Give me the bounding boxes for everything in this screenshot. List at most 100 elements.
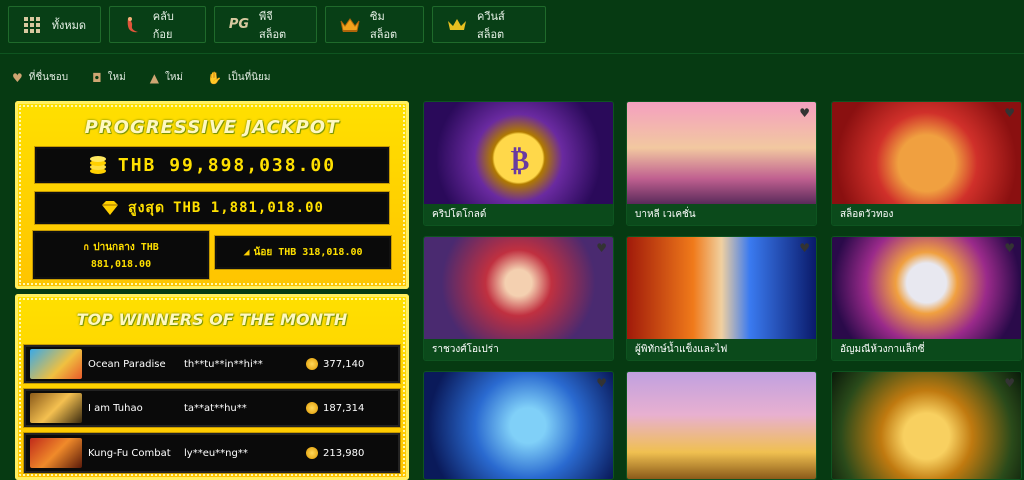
game-title: ราชวงศ์โอเปร่า bbox=[424, 339, 613, 360]
jackpot-main: THB 99,898,038.00 bbox=[35, 147, 389, 183]
coin-icon bbox=[306, 358, 318, 370]
jackpot-mid-label: ปานกลาง THB bbox=[93, 242, 159, 253]
divider bbox=[0, 53, 1024, 54]
game-card[interactable]: ♥ อัญมณีห้วงกาแล็กซี่ bbox=[831, 236, 1022, 361]
favorite-heart-icon[interactable]: ♥ bbox=[1004, 241, 1015, 255]
favorite-heart-icon[interactable]: ♥ bbox=[799, 106, 810, 120]
winner-amount-value: 187,314 bbox=[323, 402, 365, 414]
favorite-heart-icon[interactable]: ♥ bbox=[596, 241, 607, 255]
jackpot-title: PROGRESSIVE JACKPOT bbox=[84, 117, 340, 138]
filter-label: เป็นที่นิยม bbox=[227, 72, 271, 83]
favorite-heart-icon[interactable]: ♥ bbox=[1004, 106, 1015, 120]
game-art bbox=[627, 102, 816, 204]
jackpot-low-value: 318,018.00 bbox=[302, 247, 363, 258]
coin-icon bbox=[306, 402, 318, 414]
tab-all[interactable]: ทั้งหมด bbox=[8, 6, 101, 43]
game-card[interactable] bbox=[626, 371, 817, 480]
heart-icon: ♥ bbox=[12, 70, 23, 85]
game-art bbox=[832, 102, 1021, 204]
game-thumbnail bbox=[30, 349, 82, 379]
favorite-heart-icon[interactable]: ♥ bbox=[1004, 376, 1015, 390]
game-title: อัญมณีห้วงกาแล็กซี่ bbox=[832, 339, 1021, 360]
filter-new-fire[interactable]: ▲ ใหม่ bbox=[150, 70, 183, 85]
game-card[interactable]: ♥ ผู้พิทักษ์น้ำแข็งและไฟ bbox=[626, 236, 817, 361]
thumbs-up-icon: ✋ bbox=[207, 70, 222, 85]
winner-row[interactable]: I am Tuhao ta**at**hu** 187,314 bbox=[24, 389, 400, 427]
game-card[interactable]: ♥ บาหลี เวเคชั่น bbox=[626, 101, 817, 226]
tab-label: ทั้งหมด bbox=[51, 18, 86, 32]
game-art bbox=[424, 372, 613, 479]
top-winners-title: TOP WINNERS OF THE MONTH bbox=[76, 310, 348, 329]
queen-crown-icon bbox=[447, 16, 467, 34]
game-title: คริปโตโกลด์ bbox=[424, 204, 613, 225]
winner-game: I am Tuhao bbox=[88, 402, 143, 414]
grid-icon bbox=[23, 16, 42, 34]
filter-label: ที่ชื่นชอบ bbox=[28, 72, 69, 83]
winner-amount: 377,140 bbox=[306, 358, 364, 370]
filter-label: ใหม่ bbox=[107, 72, 126, 83]
coin-stack-icon bbox=[89, 156, 106, 174]
tab-club[interactable]: คลับก้อย bbox=[109, 6, 206, 43]
game-art bbox=[627, 237, 816, 339]
top-winners-panel: TOP WINNERS OF THE MONTH Ocean Paradise … bbox=[15, 294, 409, 480]
jackpot-panel: PROGRESSIVE JACKPOT THB 99,898,038.00 สู… bbox=[15, 101, 409, 289]
tab-label: ควีนส์ สล็อต bbox=[477, 9, 505, 41]
jackpot-low-label: น้อย THB bbox=[253, 247, 297, 258]
jackpot-main-value: THB 99,898,038.00 bbox=[117, 154, 337, 176]
winner-game: Ocean Paradise bbox=[88, 358, 166, 370]
game-art bbox=[832, 372, 1021, 479]
winner-game: Kung-Fu Combat bbox=[88, 447, 171, 459]
winner-amount-value: 377,140 bbox=[323, 358, 365, 370]
game-art bbox=[424, 237, 613, 339]
winner-amount: 187,314 bbox=[306, 402, 364, 414]
game-title: สล็อตวัวทอง bbox=[832, 204, 1021, 225]
tab-label: ซิมสล็อต bbox=[370, 9, 398, 41]
game-card[interactable]: ♥ bbox=[831, 371, 1022, 480]
game-title: ผู้พิทักษ์น้ำแข็งและไฟ bbox=[627, 339, 816, 360]
favorite-heart-icon[interactable]: ♥ bbox=[799, 241, 810, 255]
favorite-heart-icon[interactable]: ♥ bbox=[596, 376, 607, 390]
game-card[interactable]: ♥ bbox=[423, 371, 614, 480]
bitcoin-icon: ₿ bbox=[511, 144, 530, 176]
game-title: บาหลี เวเคชั่น bbox=[627, 204, 816, 225]
tab-pg-slot[interactable]: PG พีจี สล็อต bbox=[214, 6, 317, 43]
jackpot-low: ◢ น้อย THB 318,018.00 bbox=[215, 236, 391, 269]
winner-user: ly**eu**ng** bbox=[184, 447, 248, 459]
tab-queens-slot[interactable]: ควีนส์ สล็อต bbox=[432, 6, 546, 43]
winner-user: ta**at**hu** bbox=[184, 402, 247, 414]
coins-icon: ◢ bbox=[243, 247, 250, 258]
winner-amount-value: 213,980 bbox=[323, 447, 365, 459]
bag-icon: ◘ bbox=[92, 70, 102, 85]
jackpot-mid: ∩ ปานกลาง THB 881,018.00 bbox=[33, 231, 209, 279]
jackpot-max-label: สูงสุด bbox=[128, 200, 166, 216]
diamond-icon bbox=[102, 201, 119, 215]
filter-popular[interactable]: ✋ เป็นที่นิยม bbox=[207, 70, 270, 85]
winner-row[interactable]: Ocean Paradise th**tu**in**hi** 377,140 bbox=[24, 345, 400, 383]
fire-icon: ▲ bbox=[149, 70, 159, 85]
game-thumbnail bbox=[30, 438, 82, 468]
horseshoe-icon: ∩ bbox=[83, 242, 90, 253]
svg-text:₿: ₿ bbox=[511, 144, 530, 176]
crown-icon bbox=[340, 16, 360, 34]
pg-logo-icon: PG bbox=[228, 17, 250, 32]
filter-bar: ♥ ที่ชื่นชอบ ◘ ใหม่ ▲ ใหม่ ✋ เป็นที่นิยม bbox=[12, 70, 270, 85]
filter-new-bag[interactable]: ◘ ใหม่ bbox=[92, 70, 126, 85]
coin-icon bbox=[306, 447, 318, 459]
game-art bbox=[627, 372, 816, 479]
game-art bbox=[832, 237, 1021, 339]
winner-row[interactable]: Kung-Fu Combat ly**eu**ng** 213,980 bbox=[24, 433, 400, 473]
winner-user: th**tu**in**hi** bbox=[184, 358, 263, 370]
filter-label: ใหม่ bbox=[164, 72, 184, 83]
winner-amount: 213,980 bbox=[306, 447, 364, 459]
tab-sim-slot[interactable]: ซิมสล็อต bbox=[325, 6, 424, 43]
mermaid-icon bbox=[124, 16, 143, 34]
game-card[interactable]: ♥ ราชวงศ์โอเปร่า bbox=[423, 236, 614, 361]
tab-label: พีจี สล็อต bbox=[259, 9, 287, 41]
jackpot-max-value: THB 1,881,018.00 bbox=[173, 200, 324, 216]
game-card[interactable]: ♥ สล็อตวัวทอง bbox=[831, 101, 1022, 226]
jackpot-max: สูงสุด THB 1,881,018.00 bbox=[35, 192, 389, 224]
filter-favorites[interactable]: ♥ ที่ชื่นชอบ bbox=[12, 70, 68, 85]
tab-label: คลับก้อย bbox=[152, 9, 174, 41]
category-tabs: ทั้งหมด คลับก้อย PG พีจี สล็อต ซิมสล็อต … bbox=[8, 6, 546, 43]
game-card[interactable]: ₿ คริปโตโกลด์ bbox=[423, 101, 614, 226]
